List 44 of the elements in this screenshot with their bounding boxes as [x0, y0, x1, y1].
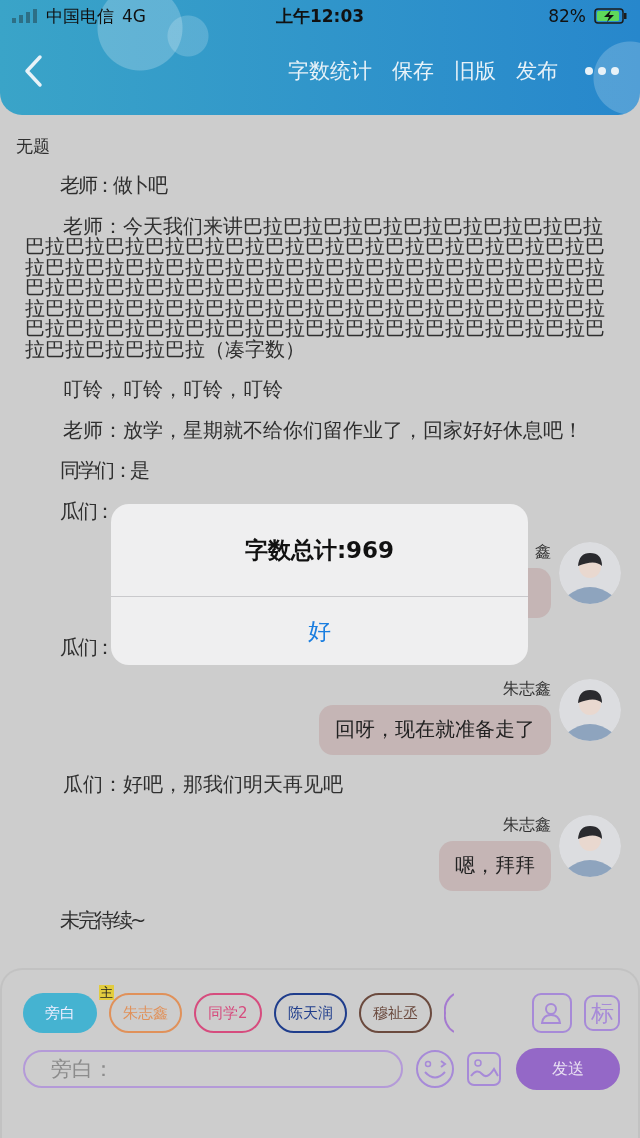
dialogue-line: 未完待续~	[60, 909, 144, 932]
dialogue-line: 瓜们：	[60, 499, 113, 523]
send-button[interactable]: 发送	[516, 1048, 620, 1090]
input-field[interactable]: 旁白：	[23, 1050, 403, 1088]
dialogue-line: 老师：放学，星期就不给你们留作业了，回家好好休息吧！	[63, 418, 583, 442]
role-chip[interactable]: 穆祉丞	[358, 993, 432, 1033]
dialogue-line: 同学们：是	[60, 459, 148, 482]
dialogue-line: 老师：做卜吧	[60, 174, 165, 197]
role-chip[interactable]: 同学2	[194, 993, 262, 1033]
dialogue-line: 老师：今天我们来讲巴拉巴拉巴拉巴拉巴拉巴拉巴拉巴拉巴拉巴拉巴拉巴拉巴拉巴拉巴拉巴拉巴拉巴拉巴拉巴拉巴拉巴拉巴拉巴拉巴拉巴拉巴拉巴拉巴拉巴拉巴拉巴拉巴拉巴拉巴拉巴拉巴拉巴拉巴拉巴拉巴拉巴拉巴拉巴拉巴拉巴拉巴拉巴拉巴拉巴拉巴拉巴拉巴拉巴拉巴拉巴拉巴拉巴拉巴拉巴拉巴拉巴拉巴拉巴拉巴拉巴拉巴拉巴拉巴拉巴拉巴拉巴拉巴拉巴拉巴拉巴拉巴拉巴拉巴拉巴拉巴拉巴拉巴拉巴拉巴拉巴拉（凑字数）	[25, 214, 605, 361]
ok-button[interactable]: 好	[111, 597, 528, 665]
nav-action[interactable]: 旧版	[454, 56, 496, 85]
speaker-name: 朱志鑫	[503, 815, 551, 835]
dialogue-line: 叮铃，叮铃，叮铃，叮铃	[63, 378, 283, 401]
signal-icon	[12, 9, 38, 23]
chat-bubble: 嗯，拜拜	[439, 841, 551, 891]
dialogue-line: 瓜们：	[60, 636, 113, 659]
nav-action[interactable]: 保存	[392, 56, 434, 85]
role-chip[interactable]	[443, 993, 454, 1033]
role-chip[interactable]: 陈天润	[273, 993, 347, 1033]
clock: 上午12:03	[275, 4, 365, 28]
tag-button[interactable]: 标	[584, 995, 620, 1031]
avatar	[559, 678, 621, 741]
image-icon[interactable]	[467, 1052, 501, 1086]
more-icon[interactable]	[584, 65, 620, 76]
avatar	[559, 542, 621, 604]
speaker-name: 朱志鑫	[503, 678, 551, 699]
avatar	[559, 815, 621, 877]
back-icon[interactable]	[22, 53, 44, 88]
nav-action[interactable]: 发布	[516, 56, 558, 85]
battery-percent: 82%	[548, 6, 586, 26]
battery-icon	[594, 8, 628, 24]
document-title: 无题	[16, 135, 50, 158]
network-type: 4G	[122, 6, 146, 26]
alert-message: 字数总计:969	[244, 535, 395, 565]
speaker-name: 鑫	[535, 542, 551, 562]
role-chip[interactable]: 旁白	[23, 993, 97, 1033]
contact-icon[interactable]	[532, 993, 572, 1033]
chat-bubble: 回呀，现在就准备走了	[319, 704, 551, 755]
dialogue-line: 瓜们：好吧，那我们明天再见吧	[63, 772, 343, 796]
main-badge: 主	[99, 985, 114, 1000]
carrier-name: 中国电信	[46, 4, 114, 28]
nav-action[interactable]: 字数统计	[288, 56, 372, 85]
emoji-icon[interactable]	[415, 1049, 455, 1089]
